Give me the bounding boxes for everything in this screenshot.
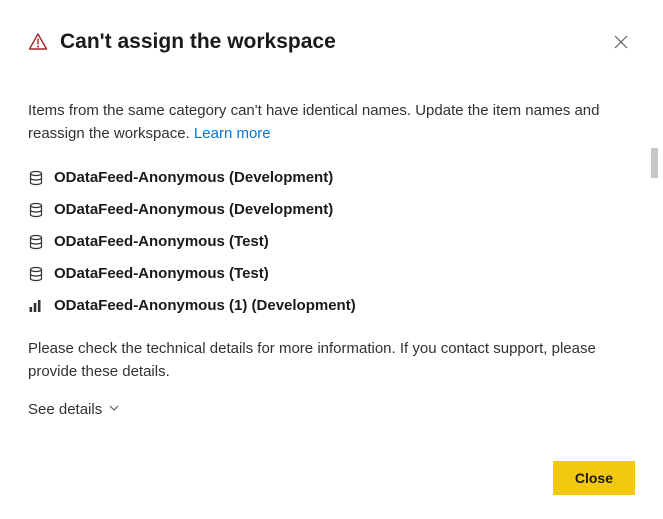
item-label: ODataFeed-Anonymous (Development)	[54, 169, 333, 186]
conflict-item-list: ODataFeed-Anonymous (Development) ODataFe…	[28, 169, 635, 314]
item-label: ODataFeed-Anonymous (Test)	[54, 265, 269, 282]
list-item: ODataFeed-Anonymous (Test)	[28, 265, 635, 282]
close-icon[interactable]	[607, 28, 635, 56]
dialog-footer: Close	[553, 461, 635, 495]
see-details-toggle[interactable]: See details	[28, 401, 120, 418]
info-message: Items from the same category can't have …	[28, 102, 600, 142]
list-item: ODataFeed-Anonymous (Development)	[28, 169, 635, 186]
title-wrap: Can't assign the workspace	[28, 30, 336, 54]
info-text: Items from the same category can't have …	[28, 100, 635, 145]
report-icon	[28, 298, 44, 314]
scrollbar[interactable]	[651, 148, 658, 178]
dialog-title: Can't assign the workspace	[60, 30, 336, 54]
technical-info: Please check the technical details for m…	[28, 338, 635, 383]
dataset-icon	[28, 266, 44, 282]
learn-more-link[interactable]: Learn more	[194, 125, 271, 142]
list-item: ODataFeed-Anonymous (Test)	[28, 233, 635, 250]
dialog-header: Can't assign the workspace	[28, 28, 663, 56]
item-label: ODataFeed-Anonymous (Test)	[54, 233, 269, 250]
list-item: ODataFeed-Anonymous (Development)	[28, 201, 635, 218]
dataset-icon	[28, 202, 44, 218]
item-label: ODataFeed-Anonymous (1) (Development)	[54, 297, 356, 314]
list-item: ODataFeed-Anonymous (1) (Development)	[28, 297, 635, 314]
chevron-down-icon	[108, 401, 120, 418]
warning-icon	[28, 32, 48, 52]
see-details-label: See details	[28, 401, 102, 418]
close-button[interactable]: Close	[553, 461, 635, 495]
item-label: ODataFeed-Anonymous (Development)	[54, 201, 333, 218]
dataset-icon	[28, 170, 44, 186]
dataset-icon	[28, 234, 44, 250]
dialog-content: Items from the same category can't have …	[28, 100, 663, 419]
